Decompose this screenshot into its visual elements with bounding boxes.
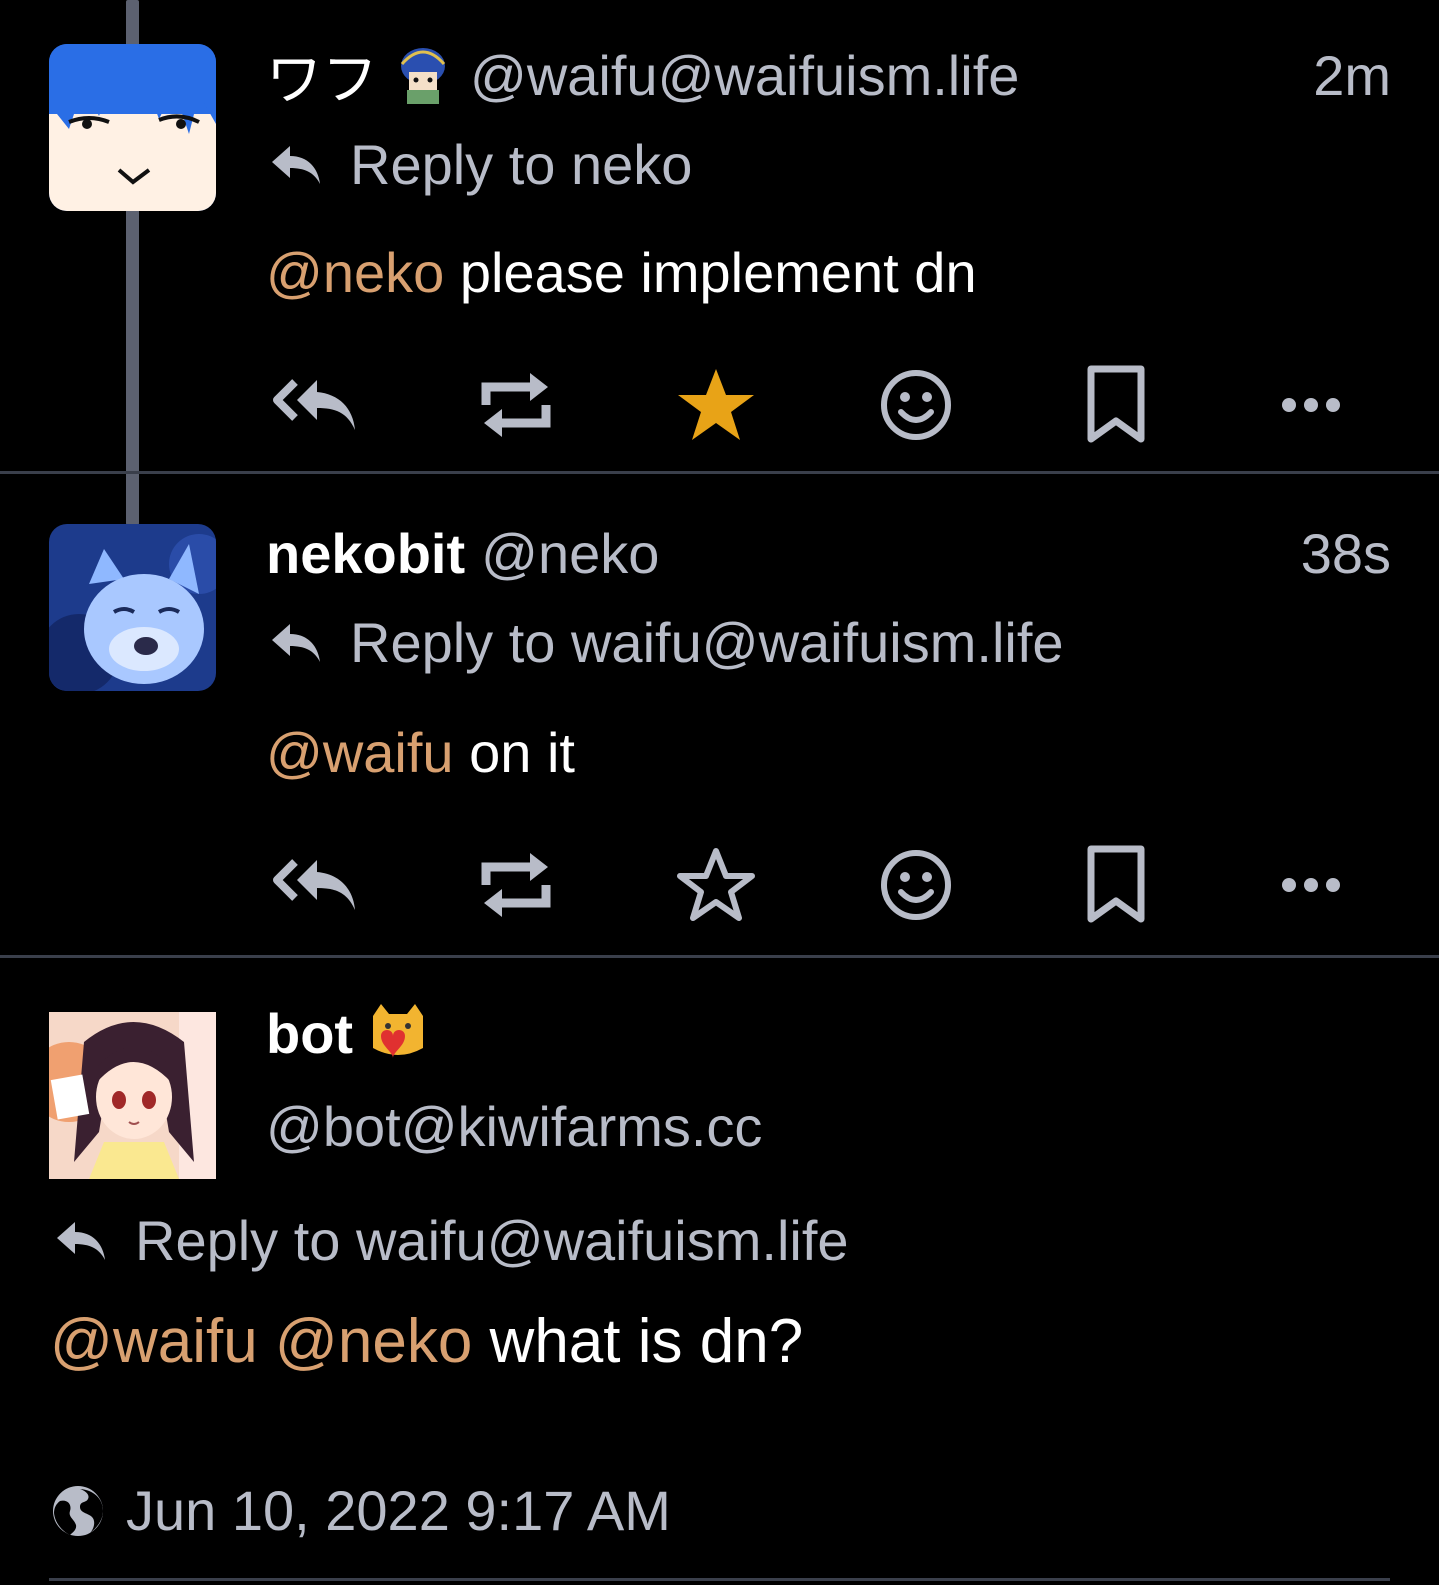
display-name[interactable]: bot	[266, 1001, 353, 1066]
bottom-divider	[49, 1578, 1390, 1581]
reply-icon	[270, 142, 322, 188]
repeat-icon	[481, 853, 551, 917]
star-icon	[677, 848, 755, 921]
custom-emoji-icon	[392, 44, 454, 106]
post-timestamp[interactable]: Jun 10, 2022 9:17 AM	[126, 1478, 671, 1543]
bookmark-icon	[1087, 845, 1145, 923]
post-text: please implement dn	[444, 241, 977, 304]
avatar[interactable]	[49, 524, 216, 691]
post-2: nekobit @neko 38s Reply to waifu@waifuis…	[0, 474, 1439, 952]
reply-all-button[interactable]	[271, 840, 361, 930]
mention-link[interactable]: @waifu	[50, 1307, 258, 1376]
smile-icon	[881, 370, 951, 440]
mention-link[interactable]: @waifu	[266, 721, 454, 784]
display-name[interactable]: ワフ	[266, 35, 378, 116]
more-icon	[1282, 398, 1340, 412]
mention-link[interactable]: @neko	[275, 1307, 472, 1376]
avatar[interactable]	[49, 44, 216, 211]
post-text: what is dn?	[472, 1307, 804, 1376]
user-handle[interactable]: @waifu@waifuism.life	[470, 43, 1019, 108]
bookmark-button[interactable]	[1071, 360, 1161, 450]
avatar-image-cat	[49, 524, 216, 691]
favorite-button[interactable]	[671, 840, 761, 930]
avatar-image-anime-girl	[49, 1012, 216, 1179]
reply-to-label: Reply to waifu@waifuism.life	[135, 1209, 849, 1272]
post-content: @waifu @neko what is dn?	[50, 1306, 803, 1377]
react-button[interactable]	[871, 840, 961, 930]
post-time[interactable]: 2m	[1313, 43, 1391, 108]
avatar[interactable]	[49, 1012, 216, 1179]
user-handle-row: @bot@kiwifarms.cc	[266, 1094, 762, 1159]
post-actions	[266, 840, 1391, 930]
post-time[interactable]: 38s	[1301, 521, 1391, 586]
favorite-button[interactable]	[671, 360, 761, 450]
user-handle[interactable]: @bot@kiwifarms.cc	[266, 1095, 762, 1158]
bookmark-icon	[1087, 365, 1145, 443]
smile-icon	[881, 850, 951, 920]
post-header: ワフ @waifu@waifuism.life 2m	[266, 40, 1391, 111]
repeat-icon	[481, 373, 551, 437]
boost-button[interactable]	[471, 360, 561, 450]
post-content: @waifu on it	[266, 720, 575, 785]
globe-icon	[50, 1483, 106, 1539]
reply-icon	[270, 620, 322, 666]
post-text: on it	[453, 721, 575, 784]
more-button[interactable]	[1266, 360, 1356, 450]
reply-all-icon	[273, 859, 355, 910]
reply-all-icon	[273, 379, 355, 430]
reply-to[interactable]: Reply to waifu@waifuism.life	[270, 610, 1064, 675]
post-actions	[266, 360, 1391, 450]
reply-icon	[55, 1218, 107, 1264]
post-header: nekobit @neko 38s	[266, 518, 1391, 588]
react-button[interactable]	[871, 360, 961, 450]
avatar-image-anime-face	[49, 44, 216, 211]
reply-to[interactable]: Reply to neko	[270, 132, 692, 197]
display-name[interactable]: nekobit	[266, 521, 465, 586]
post-meta: Jun 10, 2022 9:17 AM	[50, 1478, 671, 1543]
post-1: ワフ @waifu@waifuism.life 2m Reply to neko…	[0, 0, 1439, 472]
reply-to-label: Reply to neko	[350, 133, 693, 196]
reply-all-button[interactable]	[271, 360, 361, 450]
post-header: bot	[266, 998, 1391, 1068]
reply-to[interactable]: Reply to waifu@waifuism.life	[55, 1208, 849, 1273]
reply-to-label: Reply to waifu@waifuism.life	[350, 611, 1064, 674]
cat-heart-emoji-icon	[367, 1002, 429, 1064]
more-icon	[1282, 878, 1340, 892]
post-content: @neko please implement dn	[266, 240, 977, 305]
user-handle[interactable]: @neko	[481, 521, 659, 586]
boost-button[interactable]	[471, 840, 561, 930]
mention-link[interactable]: @neko	[266, 241, 444, 304]
star-icon	[678, 369, 754, 440]
bookmark-button[interactable]	[1071, 840, 1161, 930]
more-button[interactable]	[1266, 840, 1356, 930]
